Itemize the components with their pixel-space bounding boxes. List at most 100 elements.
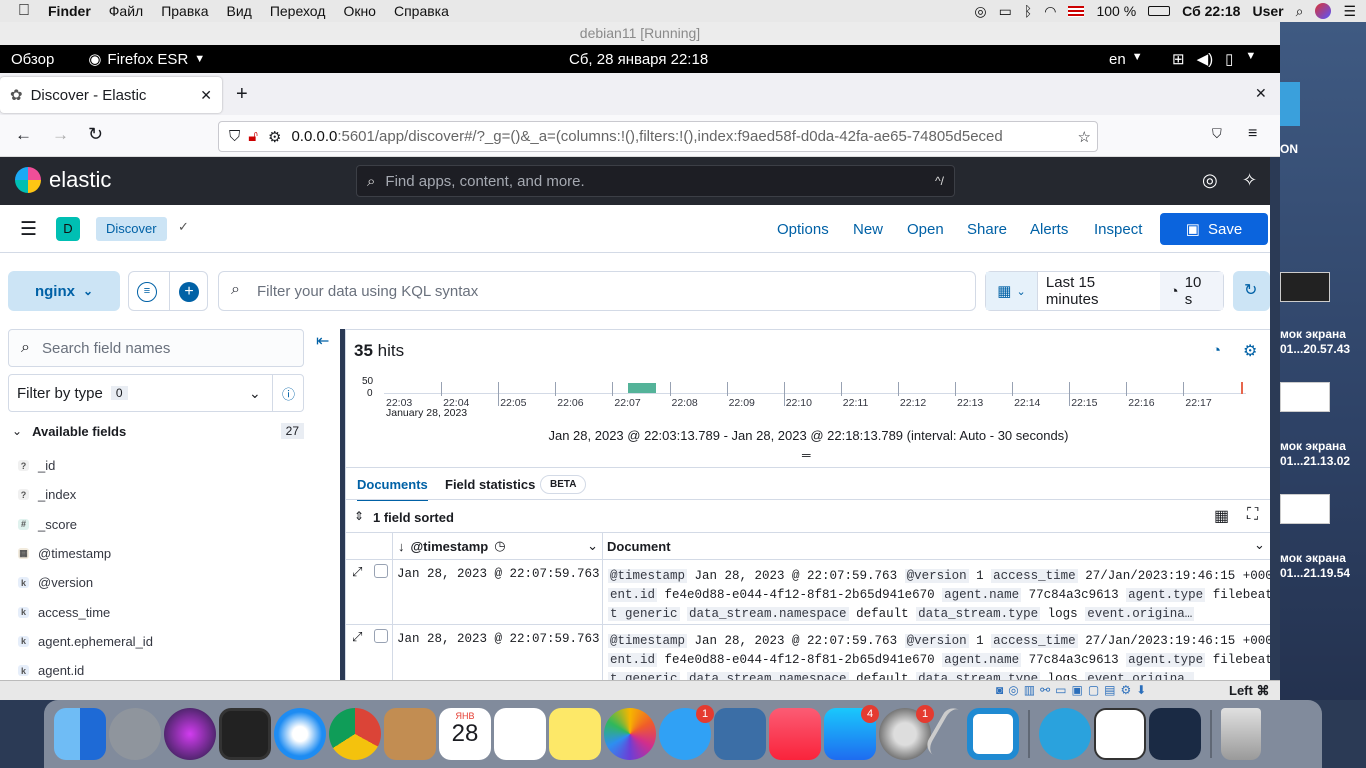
- safari-icon[interactable]: [274, 708, 326, 760]
- menu-window[interactable]: Окно: [334, 3, 385, 19]
- refresh-interval[interactable]: ◔ 10 s: [1159, 272, 1223, 310]
- inspect-link[interactable]: Inspect: [1094, 221, 1142, 238]
- filter-by-type[interactable]: Filter by type 0 ⌄ ⓘ: [8, 374, 304, 412]
- forward-icon[interactable]: →: [52, 125, 69, 145]
- apple-icon[interactable]: : [0, 2, 39, 20]
- field-item[interactable]: # _score: [18, 517, 77, 532]
- column-header-document[interactable]: Document: [607, 539, 671, 554]
- reload-icon[interactable]: ↻: [88, 124, 103, 145]
- powershell-icon[interactable]: [1149, 708, 1201, 760]
- field-item[interactable]: k access_time: [18, 605, 110, 620]
- firefox-app-menu[interactable]: ◉ Firefox ESR ▼: [88, 50, 205, 69]
- screenshot-label-1b[interactable]: 01...20.57.43: [1280, 342, 1366, 356]
- chrome-icon[interactable]: [329, 708, 381, 760]
- space-avatar[interactable]: D: [56, 217, 80, 241]
- field-item[interactable]: k @version: [18, 575, 93, 590]
- menu-view[interactable]: Вид: [218, 3, 261, 19]
- desktop-file-icon[interactable]: [1280, 82, 1300, 126]
- screenshot-window-icon[interactable]: [1094, 708, 1146, 760]
- screenshot-thumb-3[interactable]: [1280, 494, 1330, 524]
- back-icon[interactable]: ←: [15, 125, 32, 145]
- contacts-icon[interactable]: [384, 708, 436, 760]
- add-filter-icon[interactable]: +: [179, 282, 199, 302]
- system-settings-icon[interactable]: 1: [879, 705, 934, 760]
- system-tray[interactable]: ⊞ ◀) ▯ ▼: [1172, 50, 1256, 68]
- field-item[interactable]: ? _index: [18, 487, 76, 502]
- virtualbox-icon[interactable]: [714, 708, 766, 760]
- expand-icon[interactable]: ⤢: [352, 564, 362, 580]
- battery-icon[interactable]: [1148, 6, 1171, 16]
- screenshot-label-2[interactable]: мок экрана: [1280, 439, 1366, 453]
- airplay-icon[interactable]: ▭: [999, 3, 1012, 20]
- refresh-button[interactable]: ↻: [1233, 271, 1270, 311]
- side-nav-menu-icon[interactable]: ☰: [20, 218, 37, 241]
- telegram-icon[interactable]: [1039, 708, 1091, 760]
- screenshot-label-1[interactable]: мок экрана: [1280, 327, 1366, 341]
- time-picker[interactable]: ▦ ⌄ Last 15 minutes ◔ 10 s: [985, 271, 1224, 311]
- open-link[interactable]: Open: [907, 221, 944, 238]
- url-bar[interactable]: ⛉ 🔓︎ ⚙ 0.0.0.0:5601/app/discover#/?_g=()…: [218, 121, 1098, 152]
- sort-icon[interactable]: ⇕: [354, 509, 364, 523]
- resize-handle[interactable]: ═: [802, 448, 811, 462]
- tab-documents[interactable]: Documents: [357, 477, 428, 501]
- vscode-icon[interactable]: [967, 708, 1019, 760]
- app-store-icon[interactable]: 4: [824, 705, 879, 760]
- table-row[interactable]: ⤢ Jan 28, 2023 @ 22:07:59.763 @timestamp J…: [346, 625, 1270, 680]
- options-link[interactable]: Options: [777, 221, 829, 238]
- calendar-icon[interactable]: ▦ ⌄: [986, 272, 1038, 310]
- close-tab-icon[interactable]: ✕: [200, 87, 212, 104]
- collapse-sidebar-icon[interactable]: ⇤: [316, 331, 329, 351]
- filter-menu-icon[interactable]: ≡: [137, 282, 157, 302]
- insecure-lock-icon[interactable]: 🔓︎: [248, 128, 258, 145]
- screenshot-label-3[interactable]: мок экрана: [1280, 551, 1366, 565]
- sort-indicator[interactable]: 1 field sorted: [373, 510, 454, 525]
- flag-icon[interactable]: [1068, 5, 1085, 17]
- help-icon[interactable]: ◎: [1202, 170, 1218, 191]
- gnome-clock[interactable]: Сб, 28 января 22:18: [569, 51, 708, 68]
- control-center-icon[interactable]: ☰: [1343, 3, 1356, 20]
- breadcrumb[interactable]: Discover: [96, 217, 167, 241]
- row-checkbox[interactable]: [374, 629, 388, 643]
- siri-icon[interactable]: [1315, 3, 1332, 19]
- permissions-icon[interactable]: ⚙: [268, 128, 281, 146]
- kql-search-input[interactable]: ⌕ Filter your data using KQL syntax: [218, 271, 976, 311]
- language-switcher[interactable]: en ▼: [1109, 51, 1143, 68]
- calendar-icon[interactable]: ЯНВ 28: [439, 708, 491, 760]
- siri-icon[interactable]: [164, 708, 216, 760]
- vm-status-icons[interactable]: ◙ ◎ ▥ ⚯ ▭ ▣ ▢ ▤ ⚙ ⬇: [996, 683, 1146, 697]
- chart-options-icon[interactable]: ◔: [1212, 342, 1221, 359]
- expand-icon[interactable]: ⤢: [352, 629, 362, 645]
- reminders-icon[interactable]: [494, 708, 546, 760]
- screenshot-thumb-2[interactable]: [1280, 382, 1330, 412]
- alerts-link[interactable]: Alerts: [1030, 221, 1068, 238]
- histogram-bar[interactable]: [628, 383, 656, 393]
- hamburger-menu-icon[interactable]: ≡: [1248, 125, 1257, 143]
- column-header-timestamp[interactable]: ↓ @timestamp ◷ ⌄: [398, 538, 598, 554]
- row-checkbox[interactable]: [374, 564, 388, 578]
- trash-icon[interactable]: [1221, 708, 1261, 760]
- save-button[interactable]: ▣ Save: [1160, 213, 1268, 245]
- bookmark-star-icon[interactable]: ☆: [1073, 127, 1091, 146]
- data-view-picker[interactable]: nginx ⌄: [8, 271, 120, 311]
- shield-icon[interactable]: ⛉: [229, 128, 240, 145]
- menu-help[interactable]: Справка: [385, 3, 458, 19]
- pocket-icon[interactable]: ⛉: [1212, 126, 1222, 142]
- news-icon[interactable]: ✧: [1242, 170, 1257, 191]
- table-row[interactable]: ⤢ Jan 28, 2023 @ 22:07:59.763 @timestamp J…: [346, 560, 1270, 625]
- available-fields-header[interactable]: ⌄ Available fields 27: [12, 423, 304, 439]
- field-item[interactable]: k agent.ephemeral_id: [18, 634, 153, 649]
- bluetooth-icon[interactable]: ᛒ: [1024, 3, 1032, 19]
- field-search-input[interactable]: ⌕ Search field names: [8, 329, 304, 367]
- time-range-label[interactable]: Last 15 minutes: [1038, 274, 1160, 308]
- menu-edit[interactable]: Правка: [152, 3, 217, 19]
- menu-clock[interactable]: Сб 22:18: [1182, 3, 1240, 19]
- screenshot-label-2b[interactable]: 01...21.13.02: [1280, 454, 1366, 468]
- tab-discover[interactable]: ✿ Discover - Elastic ✕: [0, 77, 222, 113]
- music-icon[interactable]: [769, 708, 821, 760]
- menu-finder[interactable]: Finder: [39, 3, 100, 19]
- new-link[interactable]: New: [853, 221, 883, 238]
- info-icon[interactable]: ⓘ: [282, 384, 295, 403]
- photos-icon[interactable]: [604, 708, 656, 760]
- density-icon[interactable]: ▦: [1214, 506, 1229, 526]
- chevron-down-icon[interactable]: ⌄: [587, 538, 598, 554]
